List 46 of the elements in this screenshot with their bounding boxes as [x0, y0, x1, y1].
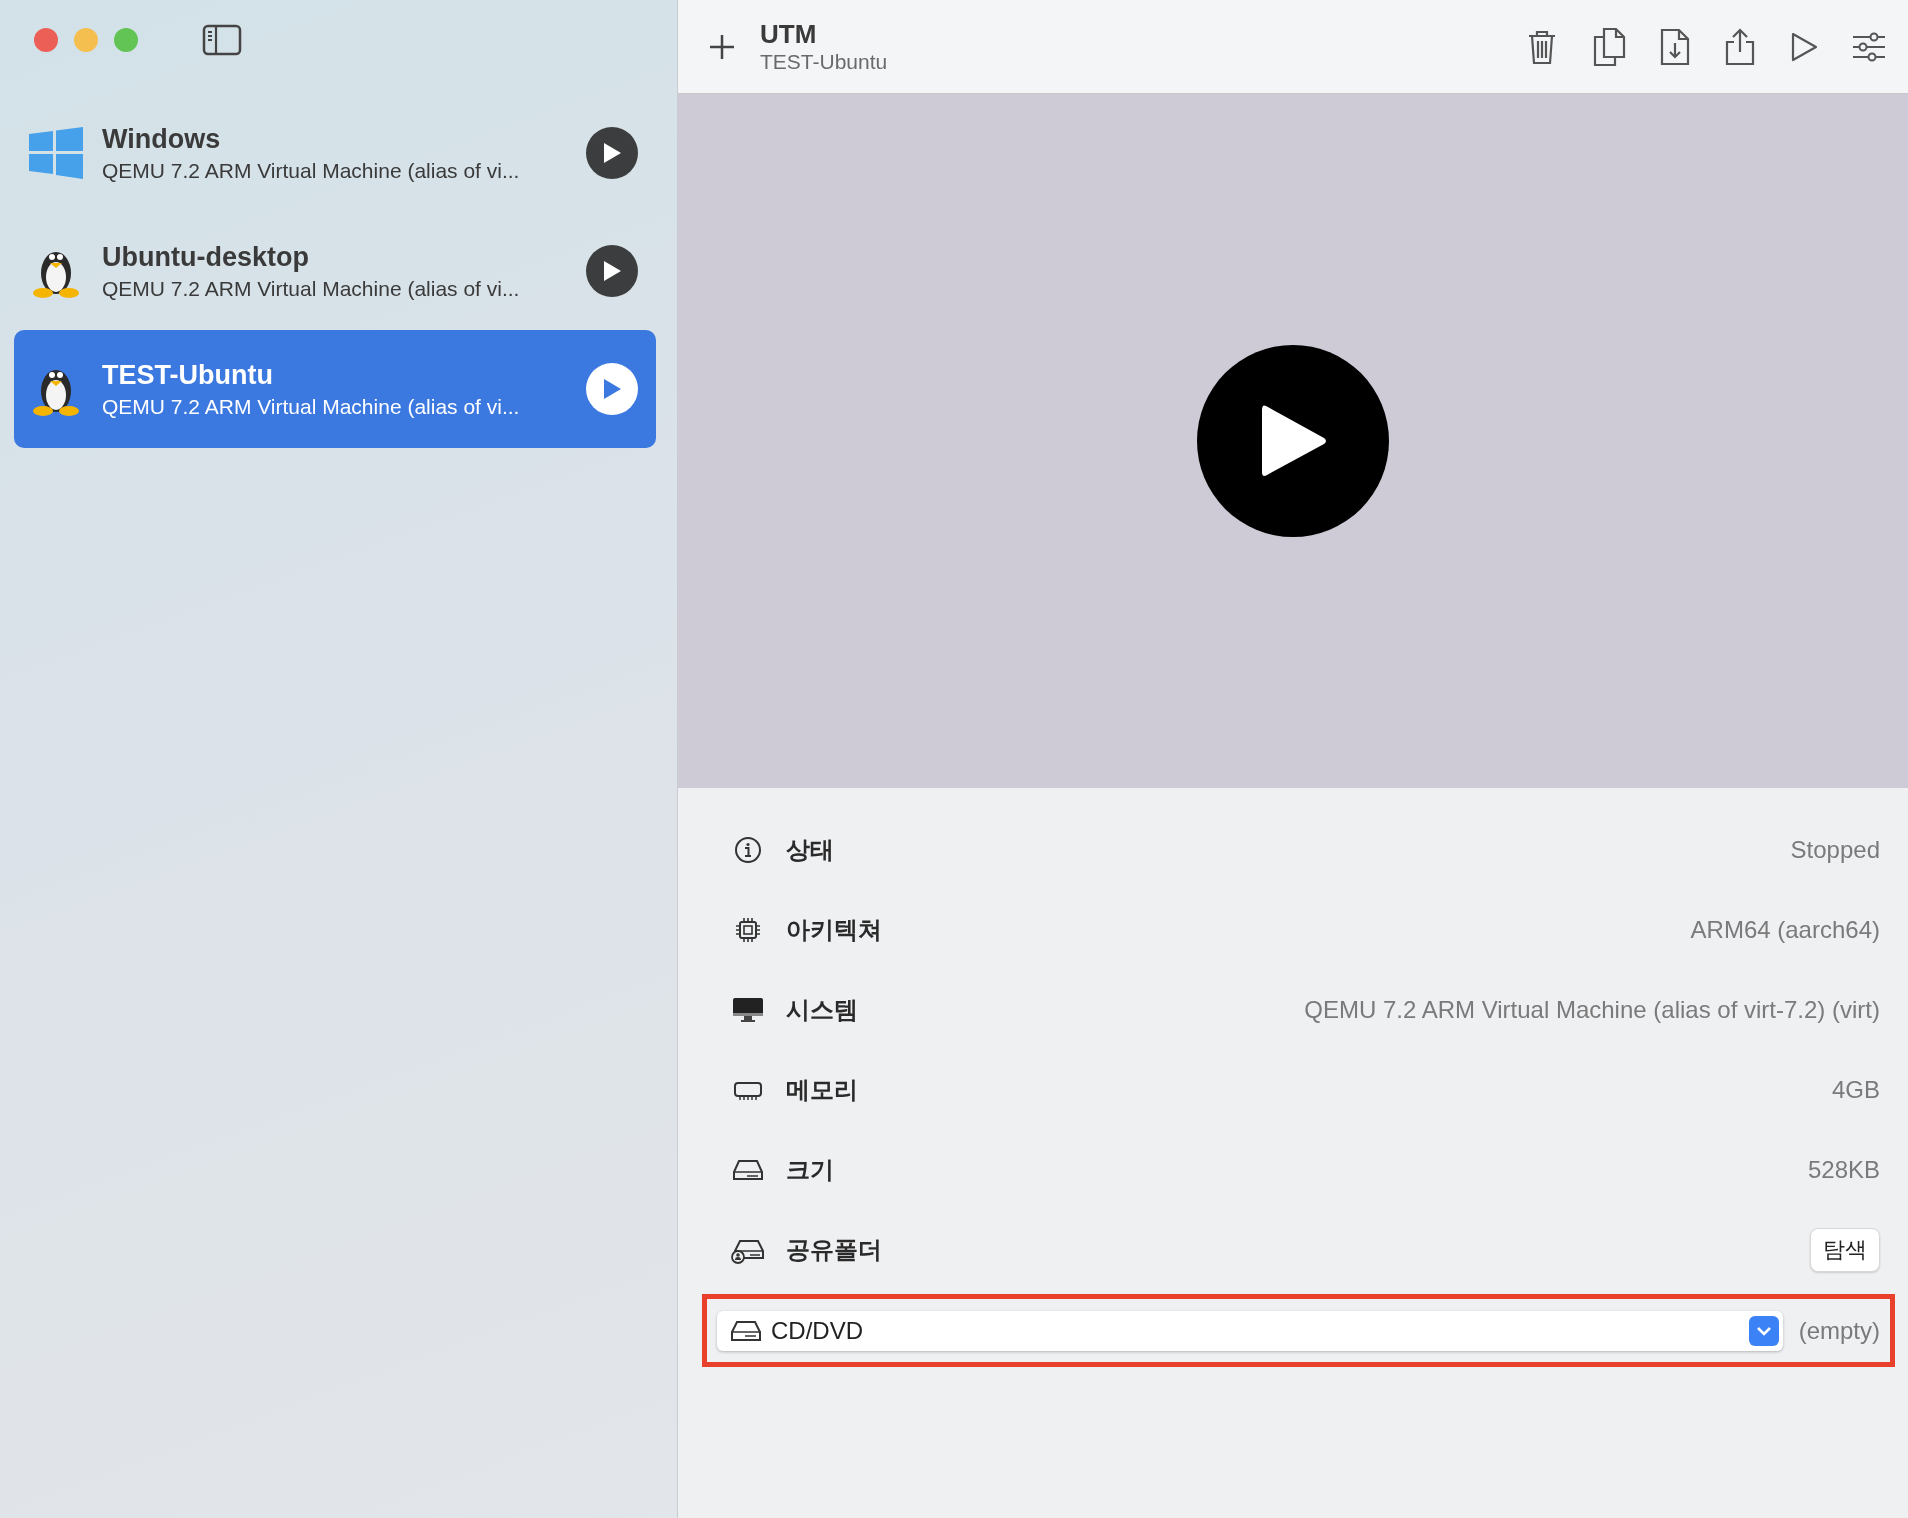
detail-label: 공유폴더	[786, 1235, 883, 1265]
share-icon[interactable]	[1724, 27, 1756, 66]
vm-list-item[interactable]: TEST-Ubuntu QEMU 7.2 ARM Virtual Machine (alias of vi...	[14, 330, 656, 448]
vm-subtitle: TEST-Ubuntu	[760, 50, 889, 74]
add-icon[interactable]	[708, 32, 736, 61]
vm-list-item[interactable]: Ubuntu-desktop QEMU 7.2 ARM Virtual Machine (alias of vi...	[14, 212, 656, 330]
detail-label: 아키텍쳐	[786, 915, 883, 945]
vm-description: QEMU 7.2 ARM Virtual Machine (alias of vi...	[102, 394, 521, 419]
detail-value: Stopped	[1790, 836, 1880, 864]
drive-value: (empty)	[1798, 1316, 1880, 1345]
browse-button[interactable]: 탐색	[1810, 1228, 1880, 1272]
windows-logo-icon	[29, 127, 83, 179]
play-button[interactable]	[586, 127, 638, 179]
detail-label: 크기	[786, 1155, 835, 1185]
detail-value: 4GB	[1831, 1076, 1880, 1104]
detail-value: ARM64 (aarch64)	[1690, 916, 1880, 944]
vm-name: Windows	[102, 123, 222, 155]
detail-label: 시스템	[786, 995, 859, 1025]
monitor-icon	[732, 996, 764, 1024]
trash-icon[interactable]	[1526, 28, 1558, 65]
vm-description: QEMU 7.2 ARM Virtual Machine (alias of vi...	[102, 276, 521, 301]
document-download-icon[interactable]	[1660, 27, 1690, 66]
play-button[interactable]	[586, 245, 638, 297]
chevron-icon	[1748, 1315, 1779, 1346]
vm-name: Ubuntu-desktop	[102, 241, 310, 273]
detail-label: 상태	[786, 835, 835, 865]
vm-description: QEMU 7.2 ARM Virtual Machine (alias of vi...	[102, 158, 521, 183]
vm-name: TEST-Ubuntu	[102, 359, 274, 391]
play-icon	[602, 142, 622, 164]
drive-dropdown[interactable]: CD/DVD	[717, 1310, 1783, 1351]
drive-icon	[731, 1319, 761, 1342]
play-icon	[602, 260, 622, 282]
chip-icon	[734, 916, 762, 944]
sidebar-toggle-icon[interactable]	[202, 24, 242, 56]
detail-value: 528KB	[1807, 1156, 1880, 1184]
info-icon	[734, 836, 762, 864]
settings-sliders-icon[interactable]	[1852, 31, 1886, 62]
detail-value: QEMU 7.2 ARM Virtual Machine (alias of virt-7.2) (virt)	[1304, 996, 1880, 1024]
play-icon	[602, 378, 622, 400]
app-title: UTM	[760, 19, 818, 50]
play-icon[interactable]	[1790, 31, 1818, 62]
detail-label: 메모리	[786, 1075, 859, 1105]
drive-icon	[732, 1158, 764, 1182]
copy-icon[interactable]	[1592, 26, 1626, 67]
vm-list-item[interactable]: Windows QEMU 7.2 ARM Virtual Machine (alias of vi...	[14, 94, 656, 212]
close-button[interactable]	[34, 28, 58, 52]
